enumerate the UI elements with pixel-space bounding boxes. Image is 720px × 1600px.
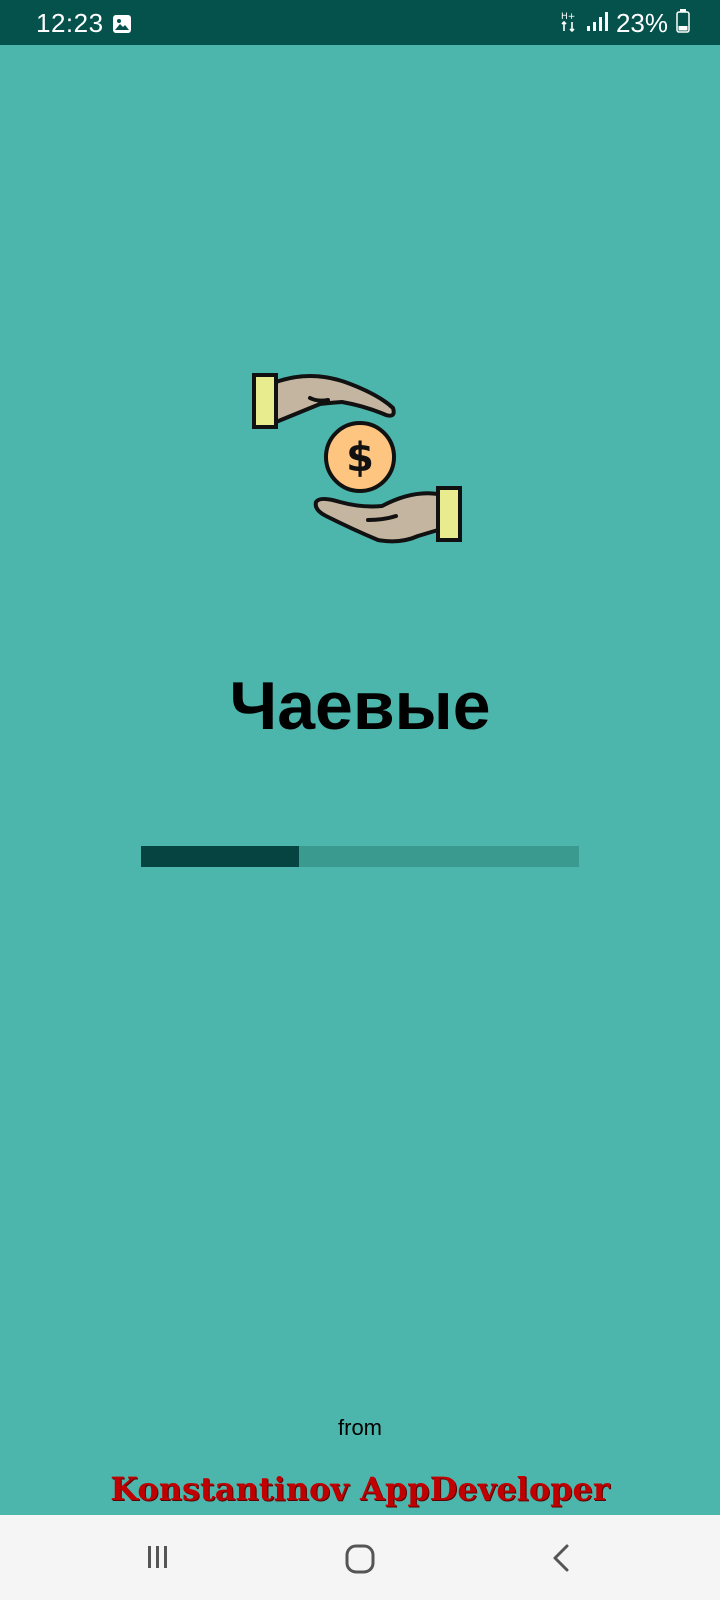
splash-screen: $ Чаевые from Konstantinov AppDeveloper: [0, 45, 720, 1515]
from-label: from: [338, 1415, 382, 1440]
status-icons: H+ 23%: [560, 8, 690, 39]
navigation-bar: [0, 1515, 720, 1600]
svg-text:H+: H+: [561, 12, 575, 22]
back-icon[interactable]: [549, 1542, 575, 1579]
progress-fill: [141, 846, 299, 867]
recent-apps-icon[interactable]: [143, 1542, 173, 1577]
signal-icon: [586, 10, 608, 37]
developer-name: Konstantinov AppDeveloper: [110, 1470, 610, 1508]
app-title: Чаевые: [229, 668, 491, 744]
battery-percent: 23%: [615, 8, 668, 38]
data-transfer-icon: H+: [560, 9, 578, 38]
image-icon: [112, 14, 132, 39]
status-bar: 12:23 H+ 23%: [0, 0, 720, 45]
status-time: 12:23: [36, 8, 104, 38]
home-icon[interactable]: [343, 1542, 377, 1581]
battery-icon: [676, 9, 690, 38]
svg-text:$: $: [346, 435, 374, 481]
hands-coin-icon: $: [250, 370, 470, 555]
loading-progress-bar: [141, 846, 579, 867]
